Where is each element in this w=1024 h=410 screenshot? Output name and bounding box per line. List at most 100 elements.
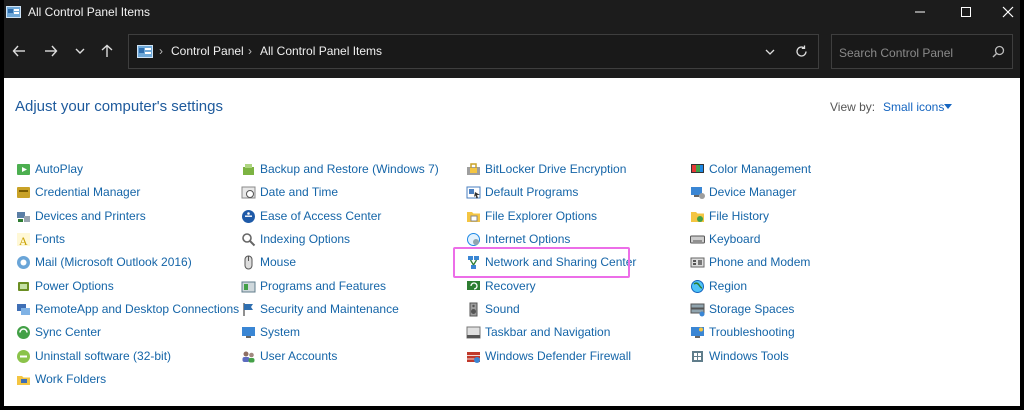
forward-button[interactable] (40, 40, 62, 62)
flag-icon (243, 302, 253, 316)
navigation-toolbar: › Control Panel › All Control Panel Item… (4, 26, 1020, 78)
windows-tools-icon (692, 350, 703, 362)
programs-and-features-icon (241, 281, 256, 292)
internet-options-icon (467, 232, 480, 246)
item-fonts[interactable]: A Fonts (16, 229, 65, 249)
item-mouse[interactable]: Mouse (241, 252, 296, 272)
item-keyboard[interactable]: Keyboard (690, 229, 760, 249)
refresh-icon[interactable] (795, 45, 808, 58)
control-panel-icon (6, 6, 21, 18)
taskbar-icon (466, 326, 481, 338)
item-autoplay[interactable]: AutoPlay (16, 159, 83, 179)
svg-text:A: A (19, 234, 28, 247)
address-dropdown-icon[interactable] (765, 48, 775, 56)
recent-locations-button[interactable] (69, 40, 91, 62)
minimize-button[interactable] (900, 0, 940, 24)
breadcrumb-all-items[interactable]: All Control Panel Items (260, 44, 382, 58)
maximize-icon (961, 7, 971, 17)
item-device-manager[interactable]: Device Manager (690, 182, 796, 202)
item-indexing-options[interactable]: Indexing Options (241, 229, 350, 249)
remoteapp-icon (17, 303, 30, 315)
item-sync-center[interactable]: Sync Center (16, 322, 101, 342)
breadcrumb-separator: › (248, 44, 252, 58)
item-bitlocker[interactable]: BitLocker Drive Encryption (466, 159, 626, 179)
forward-icon (45, 45, 58, 57)
item-windows-defender-firewall[interactable]: Windows Defender Firewall (466, 346, 631, 366)
item-region[interactable]: Region (690, 276, 747, 296)
up-icon (101, 44, 113, 57)
item-storage-spaces[interactable]: Storage Spaces (690, 299, 794, 319)
default-programs-icon (466, 186, 481, 198)
system-icon (242, 326, 255, 338)
back-button[interactable] (8, 40, 30, 62)
item-taskbar-and-navigation[interactable]: Taskbar and Navigation (466, 322, 610, 342)
backup-and-restore-icon (243, 163, 254, 175)
search-box[interactable] (831, 34, 1013, 70)
page-heading: Adjust your computer's settings (15, 98, 223, 115)
sync-center-icon (17, 325, 30, 339)
item-power-options[interactable]: Power Options (16, 276, 114, 296)
troubleshooting-icon (691, 326, 704, 338)
item-recovery[interactable]: Recovery (466, 276, 536, 296)
title-bar[interactable]: All Control Panel Items (4, 0, 1020, 26)
breadcrumb-control-panel[interactable]: Control Panel (171, 44, 244, 58)
up-button[interactable] (96, 40, 118, 62)
file-history-icon (691, 211, 704, 222)
date-and-time-icon (241, 186, 256, 198)
item-devices-and-printers[interactable]: Devices and Printers (16, 206, 146, 226)
control-panel-window: All Control Panel Items › Control Panel … (4, 0, 1020, 406)
search-input[interactable] (832, 35, 991, 70)
item-user-accounts[interactable]: User Accounts (241, 346, 337, 366)
item-internet-options[interactable]: Internet Options (466, 229, 570, 249)
search-icon[interactable] (992, 45, 1005, 58)
close-button[interactable] (988, 0, 1020, 24)
item-date-and-time[interactable]: Date and Time (241, 182, 338, 202)
item-windows-tools[interactable]: Windows Tools (690, 346, 789, 366)
fonts-icon: A (17, 232, 30, 247)
item-backup-and-restore[interactable]: Backup and Restore (Windows 7) (241, 159, 439, 179)
caret-down-icon[interactable] (944, 104, 952, 109)
firewall-icon (467, 351, 480, 363)
control-panel-icon (137, 45, 153, 58)
autoplay-icon (17, 163, 30, 175)
item-mail[interactable]: Mail (Microsoft Outlook 2016) (16, 252, 192, 272)
recent-dropdown-icon (75, 48, 85, 54)
item-security-and-maintenance[interactable]: Security and Maintenance (241, 299, 399, 319)
item-credential-manager[interactable]: Credential Manager (16, 182, 140, 202)
item-color-management[interactable]: Color Management (690, 159, 811, 179)
item-network-and-sharing-center[interactable]: Network and Sharing Center (466, 252, 636, 272)
item-troubleshooting[interactable]: Troubleshooting (690, 322, 795, 342)
window-title: All Control Panel Items (28, 5, 151, 19)
view-by-label: View by: (830, 100, 876, 114)
item-phone-and-modem[interactable]: Phone and Modem (690, 252, 810, 272)
view-by-dropdown[interactable]: Small icons (883, 100, 944, 114)
bitlocker-icon (467, 162, 480, 175)
file-explorer-options-icon (467, 211, 480, 222)
item-remoteapp[interactable]: RemoteApp and Desktop Connections (16, 299, 239, 319)
devices-and-printers-icon (17, 211, 30, 222)
item-work-folders[interactable]: Work Folders (16, 369, 106, 389)
mouse-icon (244, 255, 253, 269)
address-bar[interactable]: › Control Panel › All Control Panel Item… (128, 34, 819, 69)
keyboard-icon (690, 235, 705, 243)
close-icon (1002, 6, 1014, 18)
item-default-programs[interactable]: Default Programs (466, 182, 578, 202)
power-options-icon (18, 281, 29, 291)
speaker-icon (469, 302, 478, 316)
work-folders-icon (17, 375, 30, 385)
item-file-history[interactable]: File History (690, 206, 769, 226)
ease-of-access-icon (242, 209, 255, 223)
item-uninstall-software[interactable]: Uninstall software (32-bit) (16, 346, 171, 366)
item-file-explorer-options[interactable]: File Explorer Options (466, 206, 597, 226)
user-accounts-icon (242, 351, 255, 362)
breadcrumb-separator: › (159, 44, 163, 58)
color-management-icon (691, 163, 704, 173)
credential-manager-icon (17, 186, 30, 198)
item-programs-and-features[interactable]: Programs and Features (241, 276, 386, 296)
device-manager-icon (691, 186, 705, 199)
item-ease-of-access[interactable]: Ease of Access Center (241, 206, 381, 226)
item-system[interactable]: System (241, 322, 300, 342)
item-sound[interactable]: Sound (466, 299, 520, 319)
maximize-button[interactable] (946, 0, 986, 24)
back-icon (12, 45, 25, 57)
